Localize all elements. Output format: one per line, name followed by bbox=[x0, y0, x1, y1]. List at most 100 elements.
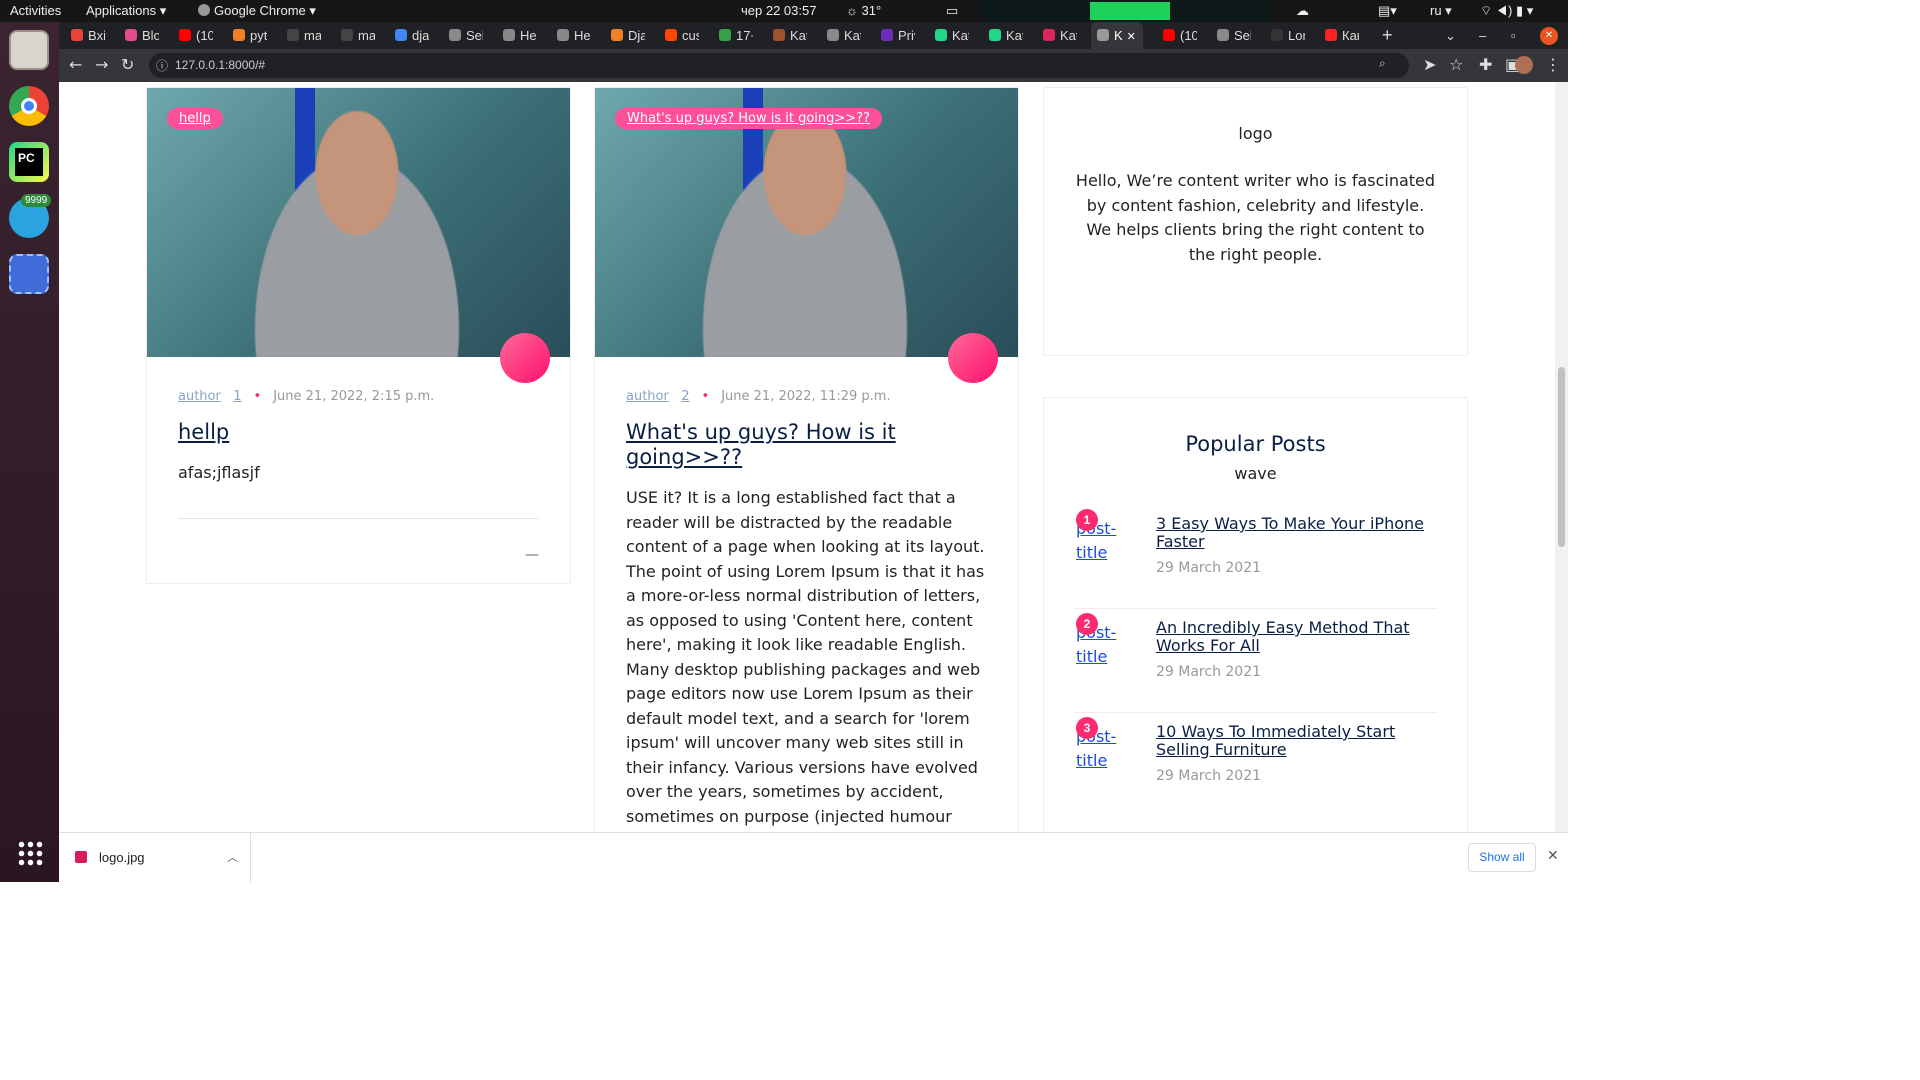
tab-label: Kat bbox=[844, 28, 861, 43]
new-tab-button[interactable]: + bbox=[1382, 22, 1402, 49]
popular-item-title[interactable]: An Incredibly Easy Method That Works For… bbox=[1156, 619, 1436, 655]
forward-icon[interactable]: → bbox=[95, 55, 108, 74]
system-status-icons[interactable]: ⌔ ◀) ▮ ▾ bbox=[1480, 3, 1533, 19]
chrome-menu-icon[interactable]: ⋮ bbox=[1545, 55, 1561, 74]
browser-tab[interactable]: mar bbox=[335, 22, 375, 49]
browser-tab[interactable]: Kat bbox=[1037, 22, 1077, 49]
download-item[interactable]: logo.jpg ︿ bbox=[59, 833, 251, 882]
tab-label: Lor bbox=[1288, 28, 1305, 43]
comment-count-link[interactable]: 1 bbox=[233, 389, 241, 404]
post-category-tag[interactable]: What's up guys? How is it going>>?? bbox=[615, 108, 882, 129]
zoom-icon[interactable]: ⌕ bbox=[1379, 56, 1386, 71]
browser-tab[interactable]: Dja bbox=[605, 22, 645, 49]
info-icon[interactable]: ⓘ bbox=[156, 57, 168, 74]
browser-tab[interactable]: cus bbox=[659, 22, 699, 49]
browser-tab[interactable]: Как bbox=[1319, 22, 1359, 49]
screenshot-tool-icon[interactable] bbox=[9, 254, 49, 294]
address-bar[interactable]: ⓘ 127.0.0.1:8000/# ⌕ bbox=[149, 53, 1409, 78]
browser-tab[interactable]: dja bbox=[389, 22, 429, 49]
browser-tab[interactable]: K ✕ bbox=[1091, 22, 1143, 49]
clipboard-icon[interactable]: ▤▾ bbox=[1378, 3, 1397, 19]
browser-tab[interactable]: mar bbox=[281, 22, 321, 49]
extensions-icon[interactable]: ✚ bbox=[1479, 55, 1492, 74]
popular-posts-title: Popular Posts bbox=[1185, 432, 1326, 456]
browser-tab[interactable]: pyt bbox=[227, 22, 267, 49]
browser-tab[interactable]: Blo bbox=[119, 22, 159, 49]
browser-tab[interactable]: Sel bbox=[1211, 22, 1251, 49]
post-title[interactable]: hellp bbox=[178, 420, 539, 445]
maximize-icon[interactable]: ▫ bbox=[1511, 22, 1531, 49]
post-category-tag[interactable]: hellp bbox=[167, 108, 223, 129]
browser-tab[interactable]: (10 bbox=[1157, 22, 1197, 49]
chevron-up-icon[interactable]: ︿ bbox=[227, 849, 238, 865]
tab-label: Kat bbox=[790, 28, 807, 43]
author-link[interactable]: author bbox=[178, 389, 221, 404]
popular-item-title[interactable]: 3 Easy Ways To Make Your iPhone Faster bbox=[1156, 515, 1436, 551]
browser-tab[interactable]: Hel bbox=[497, 22, 537, 49]
post-image[interactable]: What's up guys? How is it going>>?? bbox=[595, 88, 1018, 357]
browser-tab[interactable]: (10 bbox=[173, 22, 213, 49]
show-all-button[interactable]: Show all bbox=[1468, 843, 1536, 872]
window-close-icon[interactable]: ✕ bbox=[1540, 27, 1558, 45]
popular-item-date: 29 March 2021 bbox=[1156, 664, 1262, 680]
author-link[interactable]: author bbox=[626, 389, 669, 404]
popular-item[interactable]: post-title 3 10 Ways To Immediately Star… bbox=[1074, 713, 1437, 817]
tab-label: mar bbox=[358, 28, 375, 43]
browser-tab[interactable]: Kat bbox=[983, 22, 1023, 49]
browser-tab[interactable]: 17+ bbox=[713, 22, 753, 49]
browser-tab[interactable]: Sel bbox=[443, 22, 483, 49]
popular-item-title[interactable]: 10 Ways To Immediately Start Selling Fur… bbox=[1156, 723, 1436, 759]
cloud-icon[interactable]: ☁ bbox=[1296, 3, 1309, 19]
browser-tab[interactable]: Kat bbox=[767, 22, 807, 49]
reload-icon[interactable]: ↻ bbox=[121, 55, 134, 74]
tab-label: Hel bbox=[520, 28, 537, 43]
browser-tab[interactable]: Kat bbox=[821, 22, 861, 49]
send-icon[interactable]: ➤ bbox=[1423, 55, 1436, 74]
post-image[interactable]: hellp bbox=[147, 88, 570, 357]
image-person bbox=[227, 108, 487, 357]
tab-label: pyt bbox=[250, 28, 267, 43]
tab-strip: Bxi Blo (10 pyt mar mar dja Sel Hel Hel Dja cus 17+ K… bbox=[59, 22, 1568, 49]
browser-tab[interactable]: Lor bbox=[1265, 22, 1305, 49]
show-apps-icon[interactable] bbox=[17, 840, 43, 866]
post-excerpt: USE it? It is a long established fact th… bbox=[626, 488, 985, 832]
tab-favicon-icon bbox=[1325, 29, 1337, 41]
pycharm-icon[interactable]: PC bbox=[9, 142, 49, 182]
post-title[interactable]: What's up guys? How is it going>>?? bbox=[626, 420, 987, 470]
read-more-dash[interactable]: — bbox=[178, 547, 539, 563]
page-scrollbar[interactable] bbox=[1555, 82, 1568, 832]
monitor-icon[interactable]: ▭ bbox=[946, 3, 958, 19]
close-icon[interactable]: ✕ bbox=[1547, 848, 1559, 864]
bookmark-star-icon[interactable]: ☆ bbox=[1449, 55, 1463, 74]
tab-close-icon[interactable]: ✕ bbox=[1127, 31, 1136, 43]
scrollbar-thumb[interactable] bbox=[1558, 367, 1565, 547]
tab-label: Sel bbox=[1234, 28, 1251, 43]
activities-button[interactable]: Activities bbox=[10, 3, 61, 18]
popular-item-date: 29 March 2021 bbox=[1156, 768, 1262, 784]
comment-count-link[interactable]: 2 bbox=[681, 389, 689, 404]
profile-avatar[interactable] bbox=[1515, 56, 1533, 74]
browser-tab[interactable]: Kat bbox=[929, 22, 969, 49]
popular-item[interactable]: post-title 1 3 Easy Ways To Make Your iP… bbox=[1074, 505, 1437, 609]
browser-tab[interactable]: Priv bbox=[875, 22, 915, 49]
clock[interactable]: чер 22 03:57 bbox=[741, 3, 816, 18]
browser-toolbar: ← → ↻ ⓘ 127.0.0.1:8000/# ⌕ ➤ ☆ ✚ ▣ ⋮ bbox=[59, 49, 1568, 82]
telegram-icon[interactable]: 9999 bbox=[9, 194, 52, 238]
ubuntu-dock: PC 9999 bbox=[0, 22, 59, 882]
post-meta: author 1 • June 21, 2022, 2:15 p.m. bbox=[178, 389, 435, 404]
keyboard-layout[interactable]: ru ▾ bbox=[1430, 3, 1452, 19]
decorative-circle bbox=[500, 333, 550, 383]
tab-label: Sel bbox=[466, 28, 483, 43]
minimize-icon[interactable]: – bbox=[1479, 22, 1499, 49]
tab-search-icon[interactable]: ⌄ bbox=[1445, 22, 1465, 49]
popular-item[interactable]: post-title 2 An Incredibly Easy Method T… bbox=[1074, 609, 1437, 713]
browser-tab[interactable]: Hel bbox=[551, 22, 591, 49]
back-icon[interactable]: ← bbox=[69, 55, 82, 74]
files-icon[interactable] bbox=[9, 30, 49, 70]
chrome-app-menu[interactable]: Google Chrome ▾ bbox=[198, 3, 316, 19]
applications-menu[interactable]: Applications ▾ bbox=[86, 3, 166, 19]
weather-indicator[interactable]: ☼ 31° bbox=[846, 3, 881, 18]
browser-tab[interactable]: Bxi bbox=[65, 22, 105, 49]
chrome-icon[interactable] bbox=[9, 86, 49, 126]
download-bar: logo.jpg ︿ Show all ✕ bbox=[59, 832, 1568, 882]
